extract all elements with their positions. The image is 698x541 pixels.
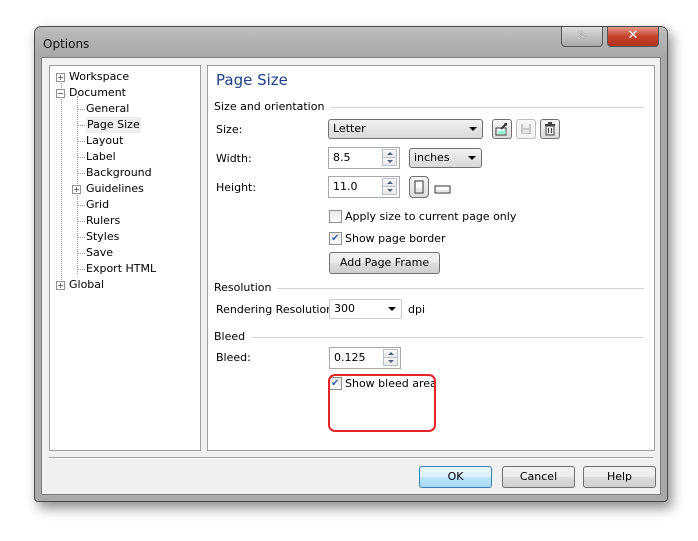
- title-bar[interactable]: Options ✎ ✕: [35, 27, 667, 57]
- bleed-input[interactable]: 0.125: [329, 347, 401, 369]
- add-page-frame-button[interactable]: Add Page Frame: [329, 252, 440, 274]
- options-tree: + Workspace − Document General Page Size…: [49, 65, 201, 451]
- checkbox-box[interactable]: [329, 210, 342, 223]
- tree-item-label: Save: [86, 246, 114, 259]
- tree-item-label: Grid: [86, 198, 110, 211]
- bleed-stepper: [383, 349, 398, 366]
- group-size-orientation: Size and orientation: [214, 100, 644, 114]
- width-label: Width:: [216, 152, 252, 165]
- height-stepper: [382, 178, 397, 195]
- tree-item-label: Page Size: [86, 117, 141, 133]
- tree-item-label: Global: [69, 278, 105, 291]
- size-value: Letter: [333, 122, 366, 135]
- close-button[interactable]: ✕: [607, 27, 659, 47]
- group-rule: [214, 337, 644, 338]
- chevron-down-icon: [388, 307, 396, 311]
- expand-icon[interactable]: +: [72, 185, 81, 194]
- portrait-button[interactable]: [409, 176, 429, 198]
- group-bleed: Bleed: [214, 330, 644, 344]
- height-label: Height:: [216, 181, 257, 194]
- rendering-resolution-dropdown[interactable]: 300: [329, 299, 402, 319]
- height-value: 11.0: [333, 180, 358, 193]
- chevron-down-icon: [468, 156, 476, 160]
- width-input[interactable]: 8.5: [328, 147, 400, 169]
- dpi-label: dpi: [408, 303, 426, 316]
- size-label: Size:: [216, 123, 243, 136]
- tree-item-label: Styles: [86, 230, 120, 243]
- width-stepper: [382, 149, 397, 166]
- trash-icon: [545, 122, 555, 136]
- expand-icon[interactable]: +: [56, 73, 65, 82]
- pin-icon: ✎: [576, 28, 588, 42]
- tree-item-label: Rulers: [86, 214, 121, 227]
- tree-item-label: Export HTML: [86, 262, 157, 275]
- options-dialog: Options ✎ ✕ + Workspace − Document Gener…: [34, 26, 668, 502]
- tree-branch: [77, 221, 85, 222]
- portrait-icon: [414, 180, 424, 194]
- page-title: Page Size: [216, 71, 288, 89]
- tree-item-label: Workspace: [69, 70, 130, 83]
- size-dropdown[interactable]: Letter: [328, 119, 483, 139]
- tree-line: [61, 80, 62, 280]
- width-value: 8.5: [333, 151, 351, 164]
- bleed-label: Bleed:: [216, 351, 251, 364]
- tree-branch: [77, 253, 85, 254]
- checkbox-label: Apply size to current page only: [345, 210, 517, 223]
- tree-item-label: General: [86, 102, 130, 115]
- bleed-decrement-button[interactable]: [383, 357, 398, 366]
- tree-branch: [77, 125, 85, 126]
- checkbox-label: Show page border: [345, 232, 446, 245]
- close-icon: ✕: [627, 28, 639, 43]
- checkbox-box[interactable]: [329, 232, 342, 245]
- tree-branch: [77, 205, 85, 206]
- dialog-client: + Workspace − Document General Page Size…: [41, 57, 661, 495]
- footer-separator: [49, 457, 653, 459]
- tree-branch: [77, 157, 85, 158]
- tree-item-label: Label: [86, 150, 116, 163]
- landscape-button[interactable]: [434, 180, 452, 196]
- group-label: Resolution: [214, 281, 278, 294]
- rendering-resolution-value: 300: [334, 302, 355, 315]
- highlight-annotation: [328, 374, 436, 432]
- tree-branch: [77, 269, 85, 270]
- width-decrement-button[interactable]: [382, 157, 397, 166]
- tree-item-label: Guidelines: [86, 182, 144, 195]
- ok-button[interactable]: OK: [419, 466, 492, 488]
- group-resolution: Resolution: [214, 281, 644, 295]
- height-decrement-button[interactable]: [382, 186, 397, 195]
- collapse-icon[interactable]: −: [56, 89, 65, 98]
- tree-branch: [77, 173, 85, 174]
- chevron-down-icon: [469, 127, 477, 131]
- units-dropdown[interactable]: inches: [409, 148, 482, 168]
- tree-item-label: Document: [69, 86, 126, 99]
- group-label: Bleed: [214, 330, 252, 343]
- group-rule: [214, 288, 644, 289]
- units-value: inches: [414, 151, 450, 164]
- save-size-button[interactable]: [516, 119, 536, 139]
- window-title: Options: [43, 37, 90, 51]
- help-button[interactable]: Help: [583, 466, 656, 488]
- bleed-value: 0.125: [334, 351, 366, 364]
- edit-page-icon: [495, 123, 507, 136]
- tree-branch: [77, 109, 85, 110]
- height-input[interactable]: 11.0: [328, 176, 400, 198]
- save-icon: [521, 124, 531, 134]
- expand-icon[interactable]: +: [56, 281, 65, 290]
- group-label: Size and orientation: [214, 100, 331, 113]
- tree-item-label: Layout: [86, 134, 124, 147]
- tree-item-label: Background: [86, 166, 152, 179]
- pin-button[interactable]: ✎: [561, 27, 603, 47]
- rendering-resolution-label: Rendering Resolution:: [216, 303, 337, 316]
- tree-branch: [77, 237, 85, 238]
- tree-branch: [77, 141, 85, 142]
- cancel-button[interactable]: Cancel: [502, 466, 575, 488]
- landscape-icon: [434, 185, 451, 194]
- delete-size-button[interactable]: [540, 119, 560, 139]
- custom-size-button[interactable]: [492, 119, 512, 139]
